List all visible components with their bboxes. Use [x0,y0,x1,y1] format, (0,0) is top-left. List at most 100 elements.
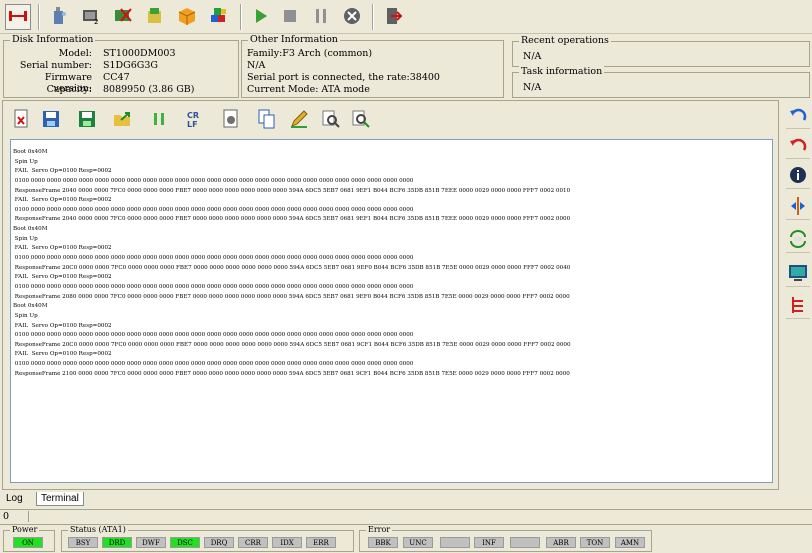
status-flag-crr: CRR [238,537,268,548]
reset-button[interactable] [786,134,810,159]
edit-button[interactable] [286,107,312,133]
terminal-line: Spin Up [13,235,38,242]
firmware-value: CC47 [103,72,130,83]
monitor-button[interactable] [786,262,810,287]
right-toolbar [784,100,812,319]
undo-red-icon [789,137,807,156]
main-toolbar: 2 [0,0,812,34]
save-as-button[interactable] [74,107,100,133]
error-flag-amn: AMN [615,537,645,548]
clear-button[interactable] [8,107,34,133]
tree-icon [789,296,807,317]
error-title: Error [366,525,393,534]
recent-operations-panel: Recent operations N/A [512,35,810,67]
terminal-line: Boot 0x40M [13,303,48,310]
exit-door-icon [383,6,403,29]
terminal-line: FAIL Servo Op=0100 Resp=0002 [13,197,112,204]
task-info-title: Task information [519,66,605,77]
crlf-button[interactable]: CR LF [182,107,208,133]
crlf-icon: CR LF [185,109,205,132]
close-circle-icon [343,7,361,28]
find-next-button[interactable] [348,107,374,133]
undo-blue-icon [789,107,807,126]
terminal-line: Boot 0x40M [13,226,48,233]
error-flag-blank-1 [440,537,470,548]
drive-tool-button[interactable] [46,4,72,30]
terminal-line: FAIL Servo Op=0100 Resp=0002 [13,351,112,358]
start-button[interactable] [248,4,274,30]
delete-doc-icon [12,109,30,132]
gear-doc-icon [222,109,240,132]
serial-label: Serial number: [19,60,92,71]
svg-text:LF: LF [187,120,198,129]
magnifier-arrow-icon [351,109,371,132]
pause-button[interactable] [308,4,334,30]
magnifier-icon [321,109,341,132]
capacity-label: Capacity: [46,84,92,95]
hdd-tool-button[interactable]: 2 [78,4,104,30]
terminal-line: ResponseFrame 2040 0000 0000 7FC0 0000 0… [13,216,571,223]
other-info-panel: Other Information Family:F3 Arch (common… [241,34,504,98]
family-text: Family:F3 Arch (common) [247,48,373,59]
power-panel: Power ON [3,525,55,552]
package-tool-button[interactable] [174,4,200,30]
info-button[interactable] [786,164,810,189]
status-flag-idx: IDX [272,537,302,548]
error-flag-bbk: BBK [368,537,398,548]
tree-button[interactable] [786,294,810,319]
cancel-button[interactable] [339,4,365,30]
convert-button[interactable] [786,228,810,253]
cycle-arrows-icon [788,229,808,252]
terminal-line: FAIL Servo Op=0100 Resp=0002 [13,245,112,252]
stop-button[interactable] [277,4,303,30]
tab-log[interactable]: Log [2,492,27,506]
terminal-line: 0100 0000 0000 0000 0000 0000 0000 0000 … [13,206,414,213]
connect-button[interactable] [5,4,31,30]
svg-text:2: 2 [94,18,98,25]
pause-green-icon [152,111,166,130]
terminal-line: ResponseFrame 2080 0000 0000 7FC0 0000 0… [13,293,570,300]
open-folder-button[interactable] [110,107,136,133]
defect-tool-button[interactable] [110,4,136,30]
copy-button[interactable] [254,107,280,133]
copy-icon [258,109,276,132]
status-flag-dwf: DWF [136,537,166,548]
error-flag-blank-2 [510,537,540,548]
save-button[interactable] [38,107,64,133]
error-flag-abr: ABR [546,537,576,548]
terminal-line: FAIL Servo Op=0100 Resp=0002 [13,322,112,329]
recent-operations-value: N/A [523,51,542,62]
module-tool-button[interactable] [142,4,168,30]
folder-arrow-icon [113,110,133,131]
terminal-output[interactable]: Boot 0x40M Spin Up FAIL Servo Op=0100 Re… [10,139,773,483]
chip-x-icon [113,7,133,28]
script-button[interactable] [218,107,244,133]
status-panel: Status (ATA1) BSY DRD DWF DSC DRQ CRR ID… [61,525,354,552]
find-button[interactable] [318,107,344,133]
disk-info-panel: Disk Information Model: ST1000DM003 Seri… [3,34,239,98]
terminal-line: FAIL Servo Op=0100 Resp=0002 [13,274,112,281]
status-flag-err: ERR [306,537,336,548]
model-value: ST1000DM003 [103,48,176,59]
terminal-line: 0100 0000 0000 0000 0000 0000 0000 0000 … [13,283,414,290]
svg-text:CR: CR [187,111,199,120]
serial-port-status: Serial port is connected, the rate:38400 [247,72,440,83]
split-button[interactable] [786,195,810,220]
pause-icon [314,8,328,27]
terminal-line: ResponseFrame 20C0 0000 0000 7FC0 0000 0… [13,341,571,348]
exit-button[interactable] [380,4,406,30]
recent-operations-title: Recent operations [519,35,611,46]
floppy-icon [42,110,60,131]
terminal-line: Spin Up [13,158,38,165]
green-box-icon [145,6,165,29]
power-state-badge: ON [13,537,43,548]
tab-terminal[interactable]: Terminal [36,492,84,506]
undo-button[interactable] [786,104,810,129]
pause-log-button[interactable] [146,107,172,133]
blocks-tool-button[interactable] [206,4,232,30]
terminal-line: ResponseFrame 2040 0000 0000 7FC0 0000 0… [13,187,571,194]
error-panel: Error BBK UNC INF ABR TON AMN [359,525,652,552]
status-title: Status (ATA1) [68,525,128,534]
capacity-value: 8089950 (3.86 GB) [103,84,195,95]
terminal-line: ResponseFrame 2100 0000 0000 7FC0 0000 0… [13,370,570,377]
